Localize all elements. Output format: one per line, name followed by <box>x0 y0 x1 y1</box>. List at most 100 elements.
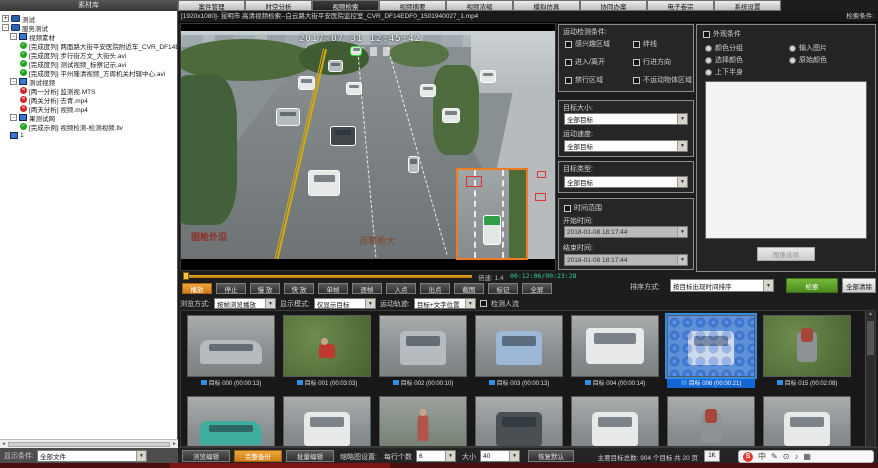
per-row-select[interactable]: 6▼ <box>416 450 456 462</box>
search-conditions-header: 检索条件: <box>846 11 874 23</box>
tab-video-condense[interactable]: 视频浓缩 <box>446 0 513 11</box>
result-thumbnail[interactable] <box>571 396 659 447</box>
tab-spatiotemporal-analysis[interactable]: 时空分析 <box>245 0 312 11</box>
end-time-select[interactable]: 2018-01-08 18:17:44▼ <box>564 254 688 266</box>
vehicle-image <box>688 331 734 365</box>
tree-item[interactable]: ✓[完成度列] 平州隆清视频_方周机关村辖中心.avi <box>0 68 177 77</box>
target-type-select[interactable]: 全部目标▼ <box>564 176 688 188</box>
scrollbar-thumb[interactable] <box>867 321 874 355</box>
ime-emoji-icon[interactable]: ⊙ <box>783 452 790 461</box>
tripwire-checkbox[interactable] <box>633 41 640 48</box>
result-count-status: 主要目标总数: 904 个目标 共 20 页 <box>556 452 698 462</box>
result-thumbnail[interactable]: 目标 000 (00:00:13) <box>187 315 275 388</box>
ime-keyboard-icon[interactable]: ▦ <box>803 452 811 461</box>
person-detect-checkbox[interactable] <box>480 300 487 307</box>
result-thumbnail[interactable] <box>475 396 563 447</box>
original-color-radio[interactable] <box>789 57 796 64</box>
target-size-select[interactable]: 全部目标▼ <box>564 113 688 125</box>
video-player[interactable]: 2017-07-31 12:45:42 固枪外沿 百草枪大 <box>180 23 556 271</box>
film-icon <box>297 380 303 385</box>
tree-item[interactable]: ✓[完成示例] 视频检测-检测视频.flv <box>0 122 177 131</box>
time-range-checkbox[interactable] <box>564 205 571 212</box>
image-preview-area <box>705 81 867 239</box>
scroll-left-arrow-icon[interactable]: ◄ <box>1 441 6 447</box>
start-time-select[interactable]: 2018-01-08 18:17:44▼ <box>564 226 688 238</box>
ime-chinese-mode-icon[interactable]: 中 <box>758 451 766 462</box>
tab-video-search[interactable]: 视频检索 <box>312 0 379 11</box>
direction-checkbox[interactable] <box>633 59 640 66</box>
tab-case-management[interactable]: 案件管理 <box>178 0 245 11</box>
horizontal-scrollbar[interactable]: ◄► <box>0 439 178 448</box>
collapse-icon[interactable]: - <box>10 114 17 121</box>
vertical-scrollbar[interactable]: ▲ <box>865 311 875 446</box>
ime-voice-icon[interactable]: ♪ <box>794 452 798 461</box>
color-group-radio[interactable] <box>705 45 712 52</box>
tab-collaboration[interactable]: 协同办案 <box>580 0 647 11</box>
result-thumbnail[interactable]: 目标 002 (00:00:10) <box>379 315 467 388</box>
file-filter-select[interactable]: 全部文件▼ <box>37 450 147 462</box>
browse-mode-select[interactable]: 按帧浏览播放▼ <box>214 298 276 309</box>
pick-color-radio[interactable] <box>705 57 712 64</box>
tree-item[interactable]: ✕[两天分析] 视频.mp4 <box>0 104 177 113</box>
roi-checkbox[interactable] <box>565 41 572 48</box>
tree-item[interactable]: 1 <box>0 131 177 140</box>
display-mode-select[interactable]: 仅显示目标▼ <box>314 298 376 309</box>
chevron-down-icon: ▼ <box>509 451 519 461</box>
input-image-radio[interactable] <box>789 45 796 52</box>
image-select-button[interactable]: 图像选择 <box>757 247 815 261</box>
batch-edit-button[interactable]: 批量编辑 <box>286 450 334 462</box>
result-thumbnail[interactable] <box>379 396 467 447</box>
collapse-icon[interactable]: - <box>2 24 9 31</box>
ime-toolbar[interactable]: S 中 ✎ ⊙ ♪ ▦ <box>738 450 874 463</box>
inset-lane-line <box>502 170 504 258</box>
sogou-logo-icon[interactable]: S <box>743 452 753 462</box>
chevron-down-icon: ▼ <box>465 299 475 308</box>
result-thumbnail[interactable]: 目标 003 (00:00:13) <box>475 315 563 388</box>
enter-leave-checkbox[interactable] <box>565 59 572 66</box>
scrollbar-thumb[interactable] <box>8 442 170 447</box>
tab-e-dossier[interactable]: 电子卷宗 <box>647 0 714 11</box>
monitor-icon <box>19 78 27 85</box>
search-button[interactable]: 检索 <box>786 278 838 293</box>
upper-lower-body-radio[interactable] <box>705 69 712 76</box>
vehicle-image <box>304 412 350 446</box>
forbidden-zone-checkbox[interactable] <box>565 77 572 84</box>
tree-item[interactable]: -服务测试 <box>0 23 177 32</box>
sort-select[interactable]: 按目标出现时间排序▼ <box>670 279 774 292</box>
tree-item[interactable]: ✕[两一分析] 监测视.MTS <box>0 86 177 95</box>
browse-edit-button[interactable]: 浏览编辑 <box>182 450 230 462</box>
static-object-checkbox[interactable] <box>633 77 640 84</box>
result-thumbnail[interactable]: 目标 015 (00:02:08) <box>763 315 851 388</box>
material-library-sidebar: 素材库 +测试 -服务测试 -视频素材 ✓[完成度列] 两面路大街平安医院附近车… <box>0 0 178 468</box>
result-thumbnail[interactable] <box>763 396 851 447</box>
result-thumbnail[interactable] <box>187 396 275 447</box>
tab-system-settings[interactable]: 系统设置 <box>714 0 781 11</box>
tab-simulation[interactable]: 模拟仿真 <box>513 0 580 11</box>
target-size-label: 目标大小: <box>563 103 593 113</box>
ime-pen-icon[interactable]: ✎ <box>771 452 778 461</box>
person-detect-label: 检测人流 <box>491 299 519 309</box>
motion-speed-select[interactable]: 全部目标▼ <box>564 140 688 152</box>
clear-all-button[interactable]: 全部清除 <box>842 278 876 293</box>
tab-video-summary[interactable]: 视频摘要 <box>379 0 446 11</box>
tree-item[interactable]: ✕[两关分析] 去青.mp4 <box>0 95 177 104</box>
result-thumbnail[interactable] <box>667 396 755 447</box>
appearance-checkbox[interactable] <box>703 31 710 38</box>
collapse-icon[interactable]: - <box>10 33 17 40</box>
collapse-icon[interactable]: - <box>10 78 17 85</box>
result-thumbnail[interactable]: 目标 001 (00:03:03) <box>283 315 371 388</box>
expand-icon[interactable]: + <box>2 15 9 22</box>
result-thumbnail[interactable]: 目标 004 (00:00:14) <box>571 315 659 388</box>
full-backup-button[interactable]: 完整备份 <box>234 450 282 462</box>
zoom-inset <box>456 168 528 260</box>
trajectory-select[interactable]: 目标+文字位置▼ <box>414 298 476 309</box>
display-mode-label: 显示模式: <box>280 299 310 309</box>
detected-car <box>481 71 495 82</box>
result-thumbnail[interactable] <box>283 396 371 447</box>
material-tree: +测试 -服务测试 -视频素材 ✓[完成度列] 两面路大街平安医院附近车_CVR… <box>0 11 177 439</box>
thumb-size-select[interactable]: 40▼ <box>480 450 520 462</box>
page-indicator[interactable]: 1K <box>704 450 720 462</box>
result-thumbnail-selected[interactable]: 目标 006 (00:00:21) <box>667 315 755 388</box>
scroll-right-arrow-icon[interactable]: ► <box>172 441 177 447</box>
results-thumbnail-grid: 目标 000 (00:00:13) 目标 001 (00:03:03) 目标 0… <box>180 310 876 447</box>
